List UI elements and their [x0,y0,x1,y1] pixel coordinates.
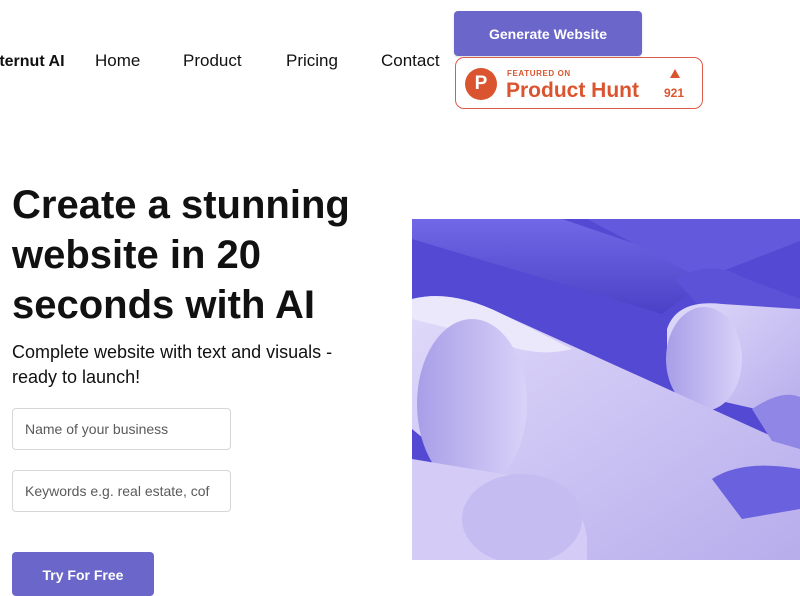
nav-contact[interactable]: Contact [381,51,440,71]
upvote-count: 921 [664,86,685,100]
brand-name[interactable]: tternut AI [0,53,65,71]
product-hunt-badge[interactable]: P FEATURED ON Product Hunt 921 [455,57,703,109]
product-hunt-featured-label: FEATURED ON [507,69,571,78]
generate-website-button[interactable]: Generate Website [454,11,642,56]
nav-pricing[interactable]: Pricing [286,51,338,71]
nav-product[interactable]: Product [183,51,242,71]
hero-subtitle: Complete website with text and visuals -… [12,342,333,387]
try-for-free-button[interactable]: Try For Free [12,552,154,596]
business-name-input[interactable] [12,408,231,450]
product-hunt-logo-icon: P [465,68,497,100]
nav-home[interactable]: Home [95,51,140,71]
upvote-triangle-icon [670,69,680,78]
product-hunt-title: Product Hunt [506,79,639,102]
keywords-input[interactable] [12,470,231,512]
hero-illustration [412,219,800,560]
hero-title: Create a stunning website in 20 seconds … [12,183,350,327]
